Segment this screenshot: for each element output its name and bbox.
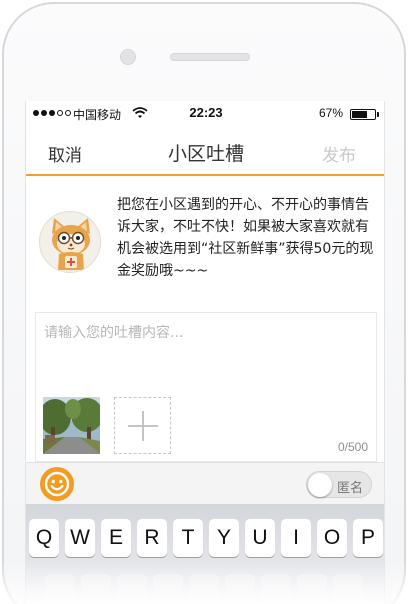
intro-section: 把您在小区遇到的开心、不开心的事情告诉大家，不吐不快！如果被大家喜欢就有机会被选… [26, 178, 384, 308]
anonymous-toggle[interactable]: 匿名 [306, 471, 372, 498]
keyboard-row-1: QWERTYUIOP [29, 519, 383, 557]
attached-photo-thumbnail[interactable] [43, 397, 100, 454]
key-w[interactable]: W [65, 519, 95, 557]
battery-percent: 67% [319, 106, 344, 120]
battery-icon [350, 109, 376, 120]
char-counter: 0/500 [337, 440, 368, 454]
key-t[interactable]: T [173, 519, 203, 557]
compose-toolbar: 匿名 [26, 462, 384, 504]
anonymous-label: 匿名 [337, 481, 364, 496]
add-photo-button[interactable] [114, 397, 171, 454]
emoji-button[interactable] [40, 467, 74, 501]
keyboard-row-2 [45, 574, 363, 604]
nav-bar: 取消 小区吐槽 发布 [26, 126, 384, 176]
key-q[interactable]: Q [29, 519, 59, 557]
input-placeholder: 请输入您的吐槽内容... [44, 325, 184, 341]
battery-fill [352, 111, 367, 118]
key-u[interactable]: U [245, 519, 275, 557]
key-y[interactable]: Y [209, 519, 239, 557]
key-i[interactable]: I [281, 519, 311, 557]
key-o[interactable]: O [317, 519, 347, 557]
toggle-knob [308, 473, 332, 497]
publish-button[interactable]: 发布 [322, 141, 356, 166]
key-e[interactable]: E [101, 519, 131, 557]
cat-mascot-icon [39, 211, 101, 273]
key-r[interactable]: R [137, 519, 167, 557]
earpiece-speaker [170, 53, 250, 61]
complaint-input[interactable]: 请输入您的吐槽内容... 0/500 [35, 312, 377, 462]
keyboard: QWERTYUIOP [26, 504, 384, 604]
intro-text: 把您在小区遇到的开心、不开心的事情告诉大家，不吐不快！如果被大家喜欢就有机会被选… [117, 197, 374, 279]
battery-tip [377, 112, 379, 117]
smiley-icon [44, 471, 70, 497]
front-camera [120, 49, 136, 65]
app-screen: 中国移动 22:23 67% 取消 小区吐槽 发布 把您在小区遇到的开心、不开心… [25, 101, 385, 604]
status-bar: 中国移动 22:23 67% [26, 101, 384, 126]
key-p[interactable]: P [353, 519, 383, 557]
